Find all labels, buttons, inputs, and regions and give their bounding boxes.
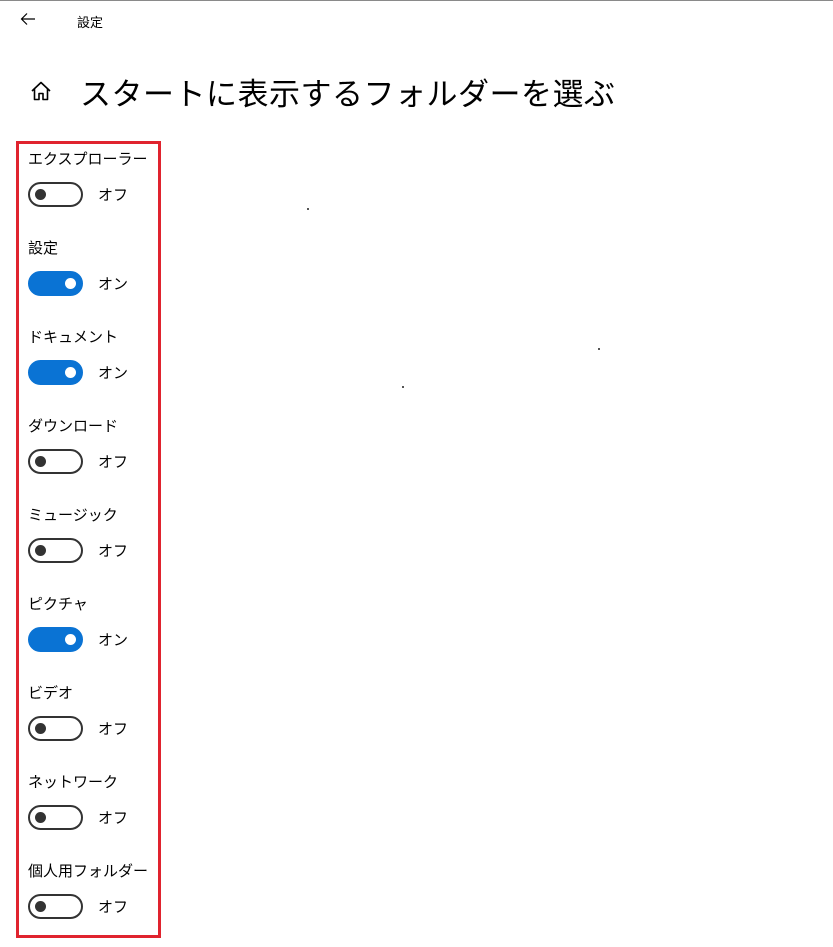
setting-item: ミュージックオフ [28, 504, 158, 593]
toggle-row[interactable]: オン [28, 359, 128, 385]
toggle-knob [35, 544, 46, 556]
arrow-left-icon [20, 11, 36, 30]
settings-window: 設定 スタートに表示するフォルダーを選ぶ エクスプローラー オフ 設定 オン ドキュメン… [0, 0, 833, 947]
toggle-row[interactable]: オン [28, 626, 128, 652]
toggle-row[interactable]: オフ [28, 715, 128, 741]
setting-label: 設定 [28, 239, 59, 257]
toggle-switch[interactable] [28, 448, 83, 474]
toggle-state-label: オフ [98, 897, 129, 916]
setting-item: ダウンロードオフ [28, 415, 158, 504]
app-title: 設定 [77, 16, 104, 31]
toggle-state-label: オフ [98, 719, 129, 738]
toggle-switch[interactable] [28, 270, 83, 296]
setting-item: ドキュメントオン [28, 326, 158, 415]
title-bar: 設定 [0, 1, 833, 39]
toggle-switch[interactable] [28, 804, 83, 830]
setting-item: 設定オン [28, 237, 158, 326]
setting-item: ピクチャ オン [28, 593, 158, 682]
toggle-knob [35, 188, 46, 200]
setting-label: ドキュメント [28, 328, 119, 346]
setting-label: 個人用フォルダー [28, 862, 149, 880]
toggle-state-label: オフ [98, 185, 129, 204]
stray-dot [402, 386, 404, 388]
setting-label: ミュージック [28, 506, 118, 524]
page-title: スタートに表示するフォルダーを選ぶ [80, 76, 616, 113]
setting-label: ネットワーク [28, 773, 119, 791]
toggle-switch[interactable] [28, 626, 83, 652]
toggle-state-label: オン [98, 363, 129, 382]
toggle-switch[interactable] [28, 359, 83, 385]
toggle-knob [65, 633, 76, 645]
toggle-state-label: オフ [98, 808, 129, 827]
toggle-switch[interactable] [28, 181, 83, 207]
toggle-knob [65, 277, 76, 289]
toggle-knob [35, 900, 46, 912]
toggle-knob [35, 811, 46, 823]
toggle-row[interactable]: オフ [28, 804, 128, 830]
home-icon[interactable] [28, 78, 54, 104]
toggle-state-label: オン [98, 630, 129, 649]
toggle-row[interactable]: オフ [28, 893, 128, 919]
toggle-knob [65, 366, 76, 378]
toggle-switch[interactable] [28, 893, 83, 919]
toggle-row[interactable]: オフ [28, 537, 128, 563]
toggle-state-label: オン [98, 274, 129, 293]
setting-item: エクスプローラーオフ [28, 148, 158, 237]
setting-item: 個人用フォルダーオフ [28, 860, 158, 947]
setting-item: ネットワークオフ [28, 771, 158, 860]
toggle-row[interactable]: オン [28, 270, 128, 296]
toggle-state-label: オフ [98, 541, 129, 560]
toggle-row[interactable]: オフ [28, 448, 128, 474]
stray-dot [598, 348, 600, 350]
toggle-switch[interactable] [28, 537, 83, 563]
toggle-switch[interactable] [28, 715, 83, 741]
setting-label: ダウンロード [28, 417, 119, 435]
toggle-row[interactable]: オフ [28, 181, 128, 207]
back-button[interactable] [12, 6, 44, 34]
setting-item: ビデオオフ [28, 682, 158, 771]
toggle-state-label: オフ [98, 452, 129, 471]
toggle-knob [35, 722, 46, 734]
setting-label: エクスプローラー [28, 150, 148, 168]
toggle-knob [35, 455, 46, 467]
setting-label: ピクチャ [28, 595, 88, 613]
page-heading: スタートに表示するフォルダーを選ぶ [28, 66, 616, 116]
stray-dot [307, 208, 309, 210]
setting-label: ビデオ [28, 684, 74, 702]
